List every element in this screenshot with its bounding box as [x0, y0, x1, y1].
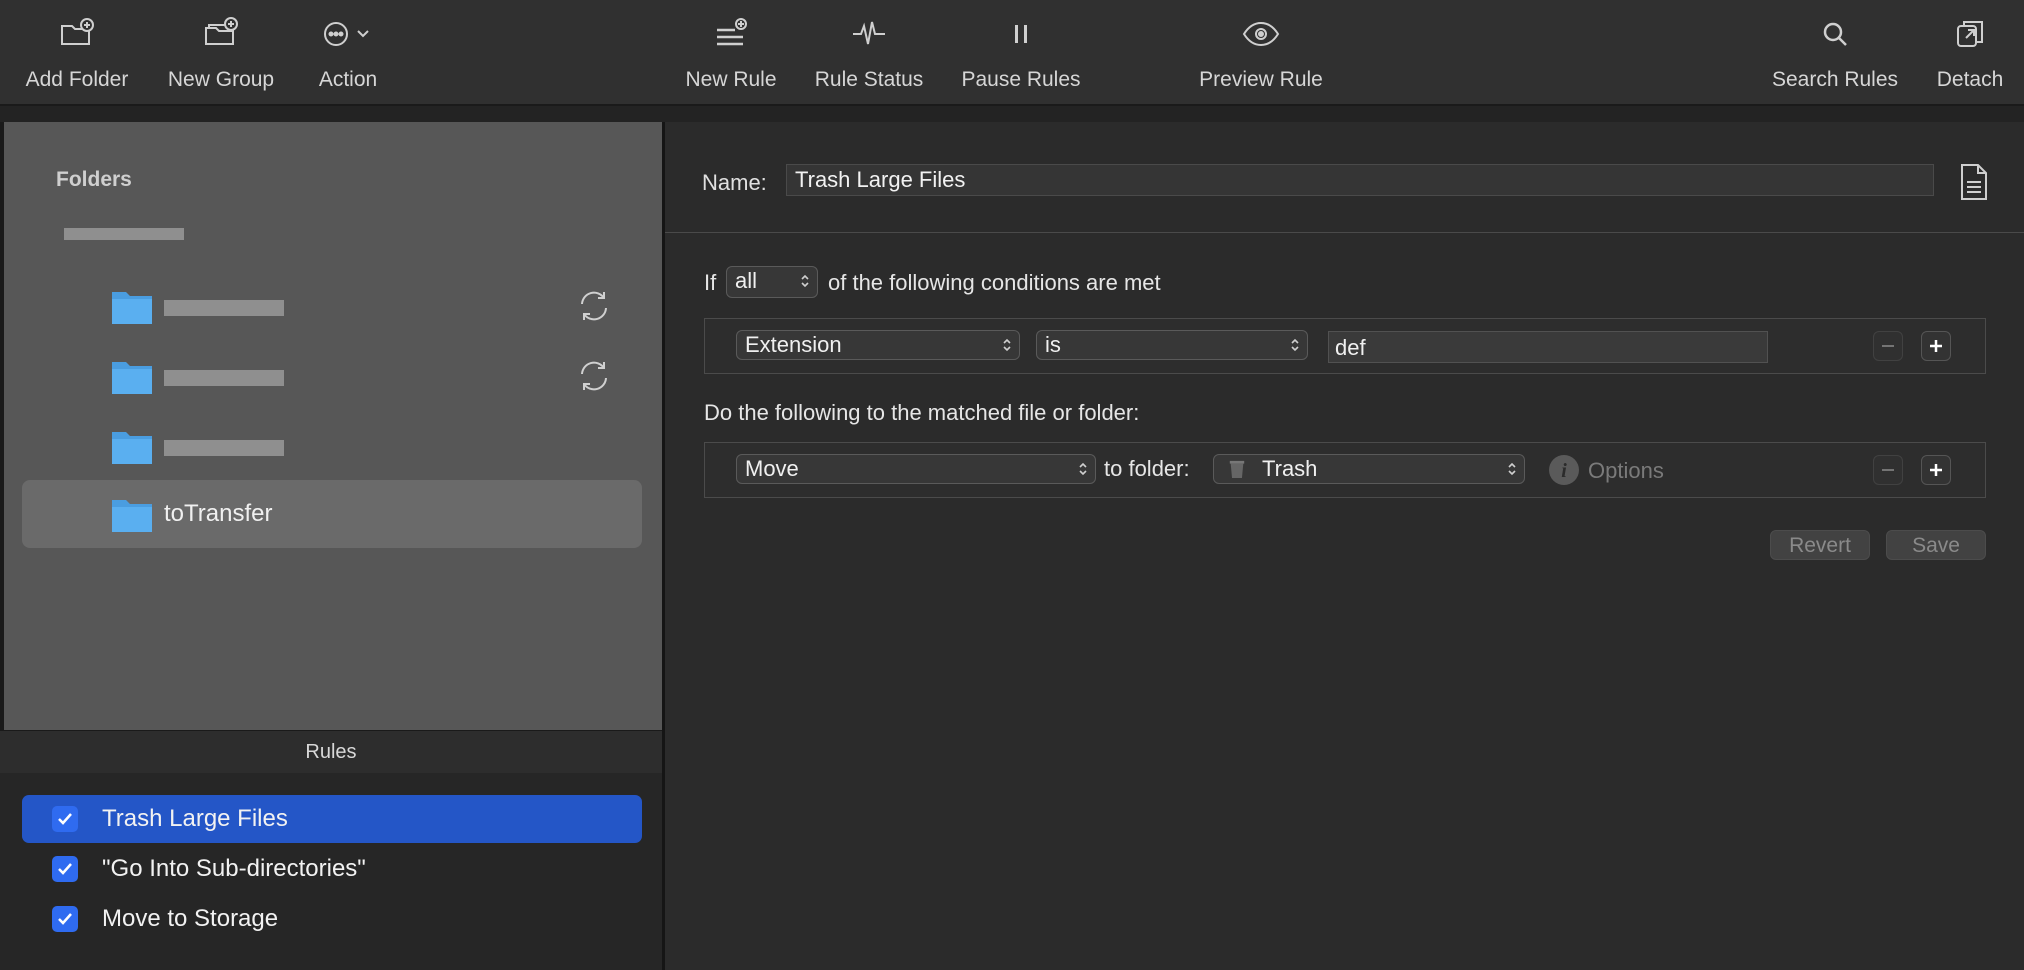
minus-icon: [1882, 469, 1894, 471]
folders-header: Folders: [56, 168, 132, 191]
folder-row-redacted-2[interactable]: [22, 342, 642, 410]
minus-icon: [1882, 345, 1894, 347]
add-condition-button[interactable]: [1921, 331, 1951, 361]
rule-enabled-checkbox[interactable]: [52, 806, 78, 832]
folder-name: toTransfer: [164, 500, 273, 527]
toolbar-shadow: [0, 106, 2024, 122]
condition-operator-popup[interactable]: is: [1036, 330, 1308, 360]
rule-label: Trash Large Files: [102, 805, 288, 832]
redacted-folder-name: [164, 300, 284, 316]
destination-folder-value: Trash: [1262, 456, 1318, 481]
preview-rule-button[interactable]: Preview Rule: [1190, 0, 1332, 104]
action-menu-button[interactable]: Action: [296, 0, 400, 104]
info-icon[interactable]: i: [1548, 454, 1580, 486]
pause-rules-label: Pause Rules: [961, 68, 1081, 91]
search-rules-label: Search Rules: [1771, 68, 1899, 91]
rule-item-move-to-storage[interactable]: Move to Storage: [22, 895, 642, 943]
rules-header: Rules: [0, 730, 662, 774]
new-group-button[interactable]: New Group: [158, 0, 284, 104]
new-group-label: New Group: [167, 68, 275, 91]
condition-value-field[interactable]: def: [1328, 331, 1768, 363]
popup-arrows-icon: [1508, 462, 1516, 476]
add-folder-button[interactable]: Add Folder: [14, 0, 140, 104]
folder-icon: [110, 494, 154, 534]
detach-label: Detach: [1936, 68, 2004, 91]
save-button[interactable]: Save: [1886, 530, 1986, 560]
remove-condition-button[interactable]: [1873, 331, 1903, 361]
new-rule-icon: [709, 12, 753, 56]
plus-icon: [1930, 340, 1942, 352]
popup-arrows-icon: [801, 274, 809, 288]
to-folder-label: to folder:: [1104, 456, 1190, 481]
rule-enabled-checkbox[interactable]: [52, 906, 78, 932]
action-type-popup[interactable]: Move: [736, 454, 1096, 484]
if-label: If: [704, 270, 717, 295]
eye-icon: [1239, 12, 1283, 56]
folder-icon: [110, 286, 154, 326]
trash-icon: [1229, 460, 1245, 478]
plus-icon: [1930, 464, 1942, 476]
redacted-folder-name: [164, 370, 284, 386]
rules-list: Trash Large Files "Go Into Sub-directori…: [0, 773, 662, 970]
new-rule-button[interactable]: New Rule: [676, 0, 786, 104]
revert-button[interactable]: Revert: [1770, 530, 1870, 560]
pause-rules-button[interactable]: Pause Rules: [954, 0, 1088, 104]
add-folder-icon: [55, 12, 99, 56]
search-rules-button[interactable]: Search Rules: [1764, 0, 1906, 104]
action-type-value: Move: [745, 456, 799, 481]
ellipsis-circle-icon: [316, 12, 380, 56]
detach-window-icon: [1948, 12, 1992, 56]
conditions-text: of the following conditions are met: [828, 270, 1161, 295]
rule-item-trash-large-files[interactable]: Trash Large Files: [22, 795, 642, 843]
redacted-folder-name: [164, 440, 284, 456]
rule-enabled-checkbox[interactable]: [52, 856, 78, 882]
actions-text: Do the following to the matched file or …: [704, 400, 1140, 425]
new-rule-label: New Rule: [685, 68, 777, 91]
redacted-group-label: [64, 228, 184, 240]
folder-row-redacted-3[interactable]: [22, 412, 642, 480]
condition-row: Extension is def: [704, 318, 1986, 374]
folder-row-totransfer[interactable]: toTransfer: [22, 480, 642, 548]
rule-item-go-into-sub-directories[interactable]: "Go Into Sub-directories": [22, 845, 642, 893]
svg-text:i: i: [1561, 460, 1567, 482]
action-label: Action: [318, 68, 378, 91]
folder-row-redacted-1[interactable]: [22, 272, 642, 340]
match-mode-value: all: [735, 268, 758, 293]
preview-rule-label: Preview Rule: [1199, 68, 1323, 91]
match-mode-popup[interactable]: all: [726, 266, 818, 298]
search-icon: [1813, 12, 1857, 56]
add-folder-label: Add Folder: [25, 68, 129, 91]
popup-arrows-icon: [1003, 338, 1011, 352]
document-icon[interactable]: [1956, 162, 1992, 202]
condition-attribute-value: Extension: [745, 332, 842, 357]
folder-icon: [110, 426, 154, 466]
rule-status-button[interactable]: Rule Status: [806, 0, 932, 104]
name-separator: [665, 232, 2024, 233]
sync-icon[interactable]: [574, 356, 614, 396]
rule-status-label: Rule Status: [814, 68, 924, 91]
detach-button[interactable]: Detach: [1928, 0, 2012, 104]
name-label: Name:: [702, 170, 767, 195]
rule-label: Move to Storage: [102, 905, 279, 932]
folder-icon: [110, 356, 154, 396]
sync-icon[interactable]: [574, 286, 614, 326]
remove-action-button[interactable]: [1873, 455, 1903, 485]
popup-arrows-icon: [1079, 462, 1087, 476]
destination-folder-popup[interactable]: Trash: [1213, 454, 1525, 484]
action-row: Move Trash: [704, 442, 1986, 498]
waveform-icon: [847, 12, 891, 56]
popup-arrows-icon: [1291, 338, 1299, 352]
add-action-button[interactable]: [1921, 455, 1951, 485]
toolbar: Add Folder New Group Action New Rule Rul…: [0, 0, 2024, 106]
rule-name-field[interactable]: Trash Large Files: [786, 164, 1934, 196]
condition-operator-value: is: [1045, 332, 1061, 357]
new-group-icon: [199, 12, 243, 56]
condition-attribute-popup[interactable]: Extension: [736, 330, 1020, 360]
pause-icon: [999, 12, 1043, 56]
rule-label: "Go Into Sub-directories": [102, 855, 366, 882]
options-button[interactable]: Options: [1588, 458, 1664, 484]
